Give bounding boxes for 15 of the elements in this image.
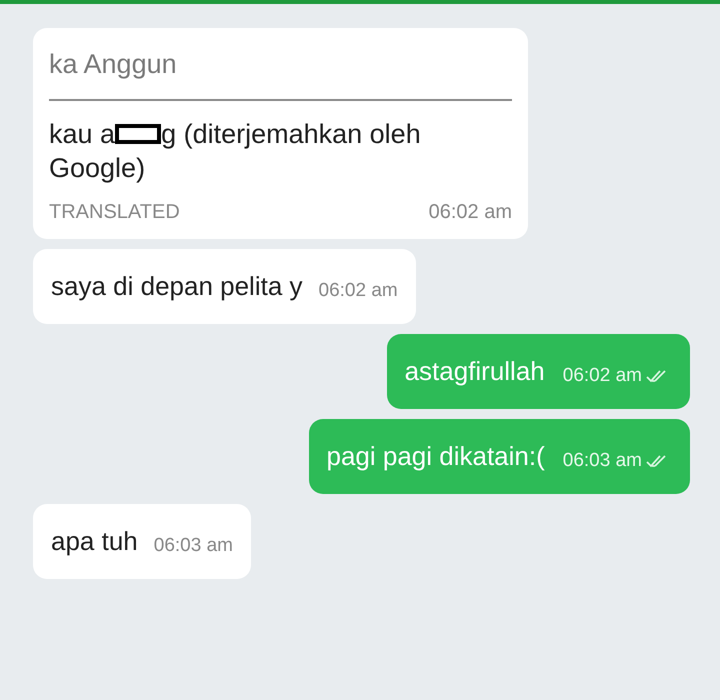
message-text: apa tuh	[51, 524, 138, 558]
message-text: g (diterjemahkan oleh	[161, 118, 421, 150]
sender-name: ka Anggun	[49, 44, 512, 100]
message-time: 06:02 am	[318, 279, 398, 303]
message-time: 06:02 am	[562, 364, 642, 388]
message-time: 06:02 am	[428, 200, 512, 224]
message-time: 06:03 am	[562, 449, 642, 473]
message-text: saya di depan pelita y	[51, 270, 303, 302]
message-text: Google)	[49, 152, 146, 184]
message-text: astagfirullah	[404, 354, 545, 388]
message-time: 06:03 am	[154, 534, 233, 558]
message-text: pagi pagi dikatain:(	[326, 440, 545, 472]
message-text: kau a	[49, 118, 116, 150]
translated-label: TRANSLATED	[49, 200, 180, 224]
censor-bar	[115, 124, 162, 144]
